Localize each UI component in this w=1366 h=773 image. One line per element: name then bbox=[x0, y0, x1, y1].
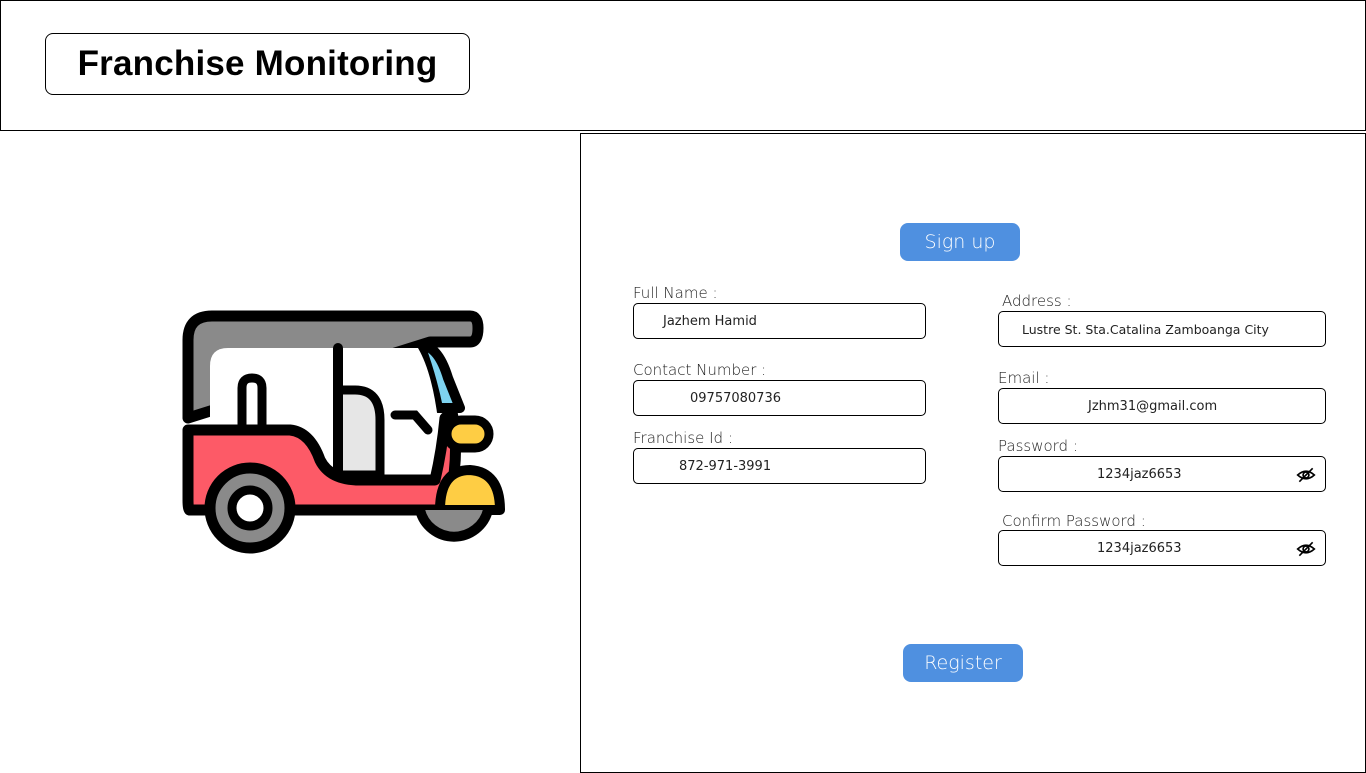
app-title: Franchise Monitoring bbox=[77, 44, 438, 83]
eye-slash-icon[interactable] bbox=[1296, 465, 1316, 485]
confirm-password-field[interactable]: 1234jaz6653 bbox=[998, 530, 1326, 566]
franchise-id-value: 872-971-3991 bbox=[679, 458, 772, 474]
franchise-id-label: Franchise Id : bbox=[633, 429, 733, 447]
email-label: Email : bbox=[998, 369, 1050, 387]
full-name-value: Jazhem Hamid bbox=[663, 313, 757, 329]
auto-rickshaw-icon bbox=[182, 310, 505, 554]
password-label: Password : bbox=[998, 437, 1078, 455]
signup-form-panel: Sign up Full Name : Jazhem Hamid Contact… bbox=[580, 133, 1366, 773]
email-field[interactable]: Jzhm31@gmail.com bbox=[998, 388, 1326, 424]
franchise-id-field[interactable]: 872-971-3991 bbox=[633, 448, 926, 484]
address-value: Lustre St. Sta.Catalina Zamboanga City bbox=[1022, 321, 1269, 337]
register-button[interactable]: Register bbox=[903, 644, 1023, 682]
contact-number-field[interactable]: 09757080736 bbox=[633, 380, 926, 416]
confirm-password-value: 1234jaz6653 bbox=[1097, 540, 1182, 556]
confirm-password-label: Confirm Password : bbox=[1002, 512, 1146, 530]
contact-number-value: 09757080736 bbox=[690, 390, 781, 406]
app-title-box: Franchise Monitoring bbox=[45, 33, 470, 95]
address-label: Address : bbox=[1002, 292, 1072, 310]
sign-up-button[interactable]: Sign up bbox=[900, 223, 1020, 261]
password-value: 1234jaz6653 bbox=[1097, 466, 1182, 482]
email-value: Jzhm31@gmail.com bbox=[1088, 398, 1218, 414]
full-name-label: Full Name : bbox=[633, 284, 718, 302]
app-header: Franchise Monitoring bbox=[0, 0, 1366, 131]
eye-slash-icon[interactable] bbox=[1296, 539, 1316, 559]
address-field[interactable]: Lustre St. Sta.Catalina Zamboanga City bbox=[998, 311, 1326, 347]
full-name-field[interactable]: Jazhem Hamid bbox=[633, 303, 926, 339]
password-field[interactable]: 1234jaz6653 bbox=[998, 456, 1326, 492]
contact-number-label: Contact Number : bbox=[633, 361, 767, 379]
